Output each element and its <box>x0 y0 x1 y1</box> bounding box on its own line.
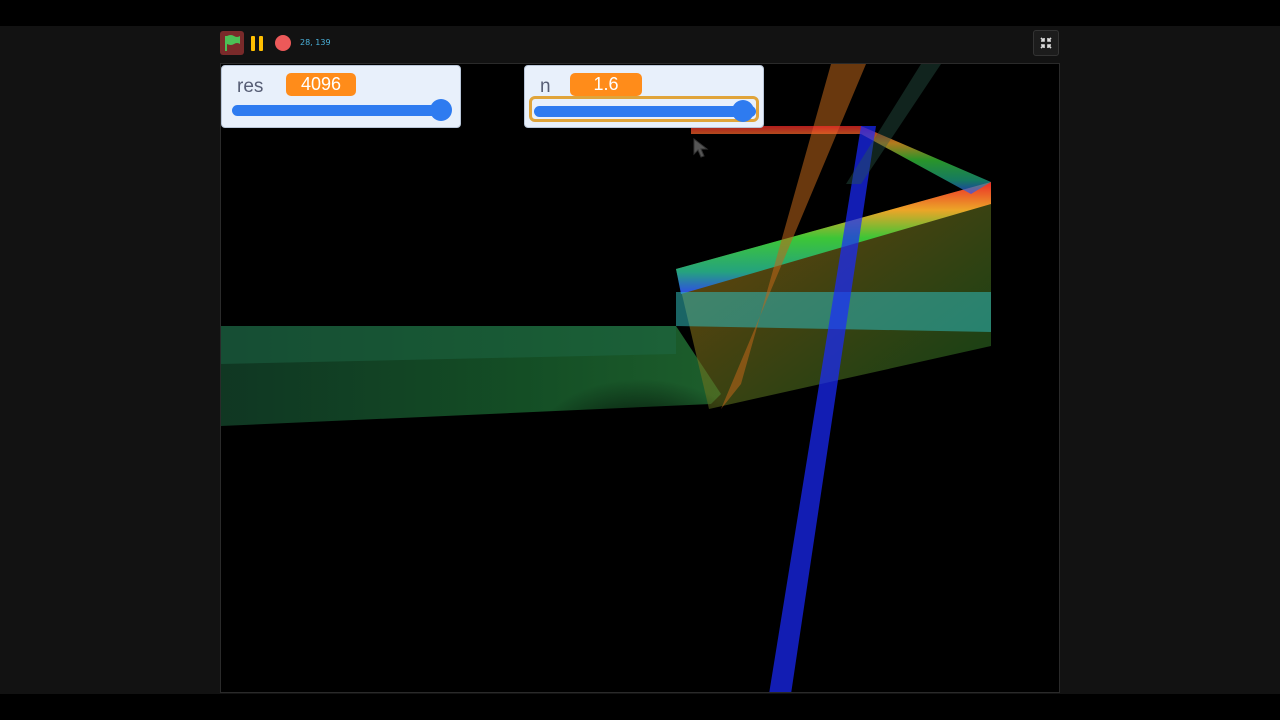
stage-canvas[interactable]: res 4096 n 1.6 <box>220 63 1060 693</box>
stop-button[interactable] <box>271 31 295 55</box>
monitor-label-res: res <box>237 76 264 97</box>
prism-light-scene <box>221 64 1059 692</box>
monitor-value-n: 1.6 <box>570 73 642 96</box>
monitor-value-res: 4096 <box>286 73 356 96</box>
player-controls: 28, 139 <box>220 31 1060 55</box>
variable-monitor-res: res 4096 <box>221 65 461 128</box>
stop-icon <box>275 35 291 51</box>
pause-icon <box>251 36 263 51</box>
mouse-cursor-icon <box>693 138 709 158</box>
pause-button[interactable] <box>246 31 270 55</box>
res-slider-thumb[interactable] <box>430 99 452 121</box>
monitor-label-n: n <box>540 76 551 97</box>
exit-fullscreen-button[interactable] <box>1033 30 1059 56</box>
res-slider-track[interactable] <box>232 105 446 116</box>
exit-fullscreen-icon <box>1040 37 1052 49</box>
n-slider-thumb[interactable] <box>732 100 754 122</box>
flag-icon <box>225 35 240 51</box>
variable-monitor-n: n 1.6 <box>524 65 764 128</box>
green-flag-button[interactable] <box>220 31 244 55</box>
mouse-coordinates: 28, 139 <box>300 38 331 47</box>
n-slider-track[interactable] <box>534 106 756 117</box>
